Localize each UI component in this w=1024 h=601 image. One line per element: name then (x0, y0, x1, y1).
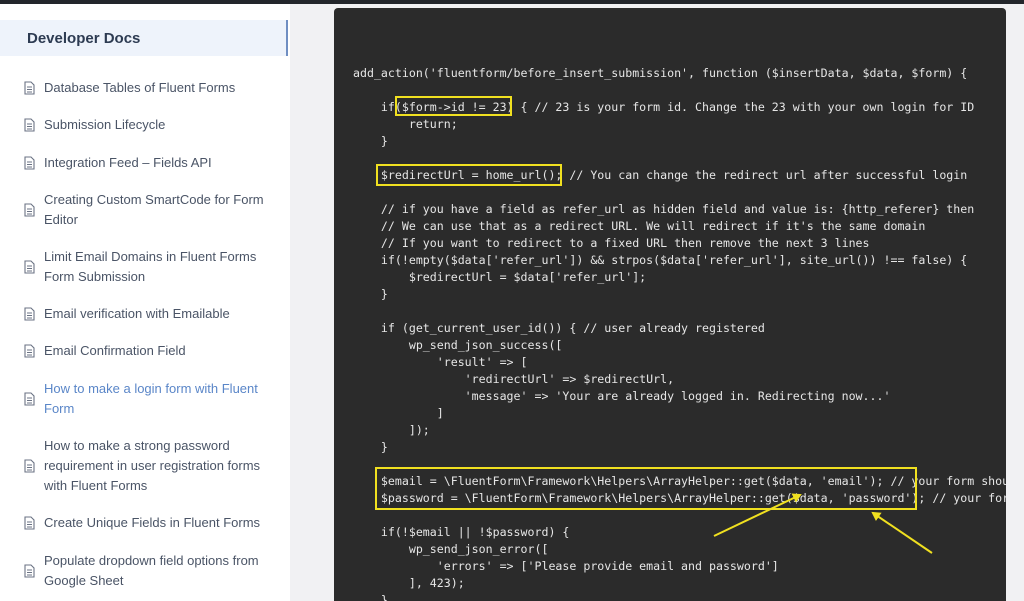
document-icon (24, 516, 35, 530)
document-icon (24, 156, 35, 170)
code-line: } (353, 134, 388, 148)
code-line: $password = \FluentForm\Framework\Helper… (353, 491, 1006, 505)
sidebar-item-email-verification[interactable]: Email verification with Emailable (0, 300, 288, 328)
sidebar-item-integration-feed[interactable]: Integration Feed – Fields API (0, 149, 288, 177)
code-line: ] (353, 406, 444, 420)
sidebar-header[interactable]: Developer Docs (0, 20, 288, 56)
sidebar-item-database-tables[interactable]: Database Tables of Fluent Forms (0, 74, 288, 102)
sidebar-item-label: Submission Lifecycle (44, 117, 166, 132)
code-line: if(!empty($data['refer_url']) && strpos(… (353, 253, 968, 267)
code-line: if(!$email || !$password) { (353, 525, 570, 539)
sidebar-item-login-form[interactable]: How to make a login form with Fluent For… (0, 375, 288, 423)
code-line: // if you have a field as refer_url as h… (353, 202, 975, 216)
code-line: wp_send_json_error([ (353, 542, 549, 556)
sidebar-item-limit-email-domains[interactable]: Limit Email Domains in Fluent Forms Form… (0, 243, 288, 291)
code-line: // We can use that as a redirect URL. We… (353, 219, 926, 233)
document-icon (24, 459, 35, 473)
sidebar-item-label: Database Tables of Fluent Forms (44, 80, 236, 95)
sidebar-item-label: Integration Feed – Fields API (44, 155, 212, 170)
sidebar-item-custom-smartcode[interactable]: Creating Custom SmartCode for Form Edito… (0, 186, 288, 234)
code-line: 'errors' => ['Please provide email and p… (353, 559, 779, 573)
document-icon (24, 81, 35, 95)
document-icon (24, 260, 35, 274)
document-icon (24, 344, 35, 358)
code-line: // If you want to redirect to a fixed UR… (353, 236, 870, 250)
code-line: if($form->id != 23) { // 23 is your form… (353, 100, 975, 114)
code-lines: add_action('fluentform/before_insert_sub… (334, 8, 1006, 601)
sidebar-item-label: Populate dropdown field options from Goo… (44, 553, 259, 588)
code-block[interactable]: add_action('fluentform/before_insert_sub… (334, 8, 1006, 601)
sidebar-item-label: Limit Email Domains in Fluent Forms Form… (44, 249, 257, 284)
code-line: return; (353, 117, 458, 131)
code-line: 'result' => [ (353, 355, 528, 369)
sidebar-item-unique-fields[interactable]: Create Unique Fields in Fluent Forms (0, 509, 288, 537)
code-line: } (353, 440, 388, 454)
sidebar-item-strong-password[interactable]: How to make a strong password requiremen… (0, 432, 288, 500)
sidebar-item-label: How to make a strong password requiremen… (44, 438, 261, 493)
code-line: wp_send_json_success([ (353, 338, 563, 352)
sidebar-item-label: Email verification with Emailable (44, 306, 230, 321)
sidebar-item-label: How to make a login form with Fluent For… (44, 381, 258, 416)
document-icon (24, 564, 35, 578)
document-icon (24, 392, 35, 406)
sidebar-item-email-confirmation[interactable]: Email Confirmation Field (0, 337, 288, 365)
code-line: $email = \FluentForm\Framework\Helpers\A… (353, 474, 1006, 488)
sidebar-item-label: Create Unique Fields in Fluent Forms (44, 515, 261, 530)
code-line: 'redirectUrl' => $redirectUrl, (353, 372, 675, 386)
code-line: $redirectUrl = home_url(); // You can ch… (353, 168, 968, 182)
code-line: ], 423); (353, 576, 465, 590)
code-line: } (353, 593, 388, 601)
code-line: } (353, 287, 388, 301)
code-line: if (get_current_user_id()) { // user alr… (353, 321, 765, 335)
document-icon (24, 307, 35, 321)
sidebar-item-dropdown-google-sheet[interactable]: Populate dropdown field options from Goo… (0, 547, 288, 595)
code-line: 'message' => 'Your are already logged in… (353, 389, 891, 403)
document-icon (24, 203, 35, 217)
docs-sidebar: Developer Docs Database Tables of Fluent… (0, 4, 290, 601)
main-content: add_action('fluentform/before_insert_sub… (290, 4, 1024, 601)
sidebar-item-submission-lifecycle[interactable]: Submission Lifecycle (0, 111, 288, 139)
code-line: add_action('fluentform/before_insert_sub… (353, 66, 968, 80)
sidebar-item-label: Creating Custom SmartCode for Form Edito… (44, 192, 264, 227)
code-line: ]); (353, 423, 430, 437)
code-line: $redirectUrl = $data['refer_url']; (353, 270, 647, 284)
sidebar-item-label: Email Confirmation Field (44, 343, 186, 358)
document-icon (24, 118, 35, 132)
